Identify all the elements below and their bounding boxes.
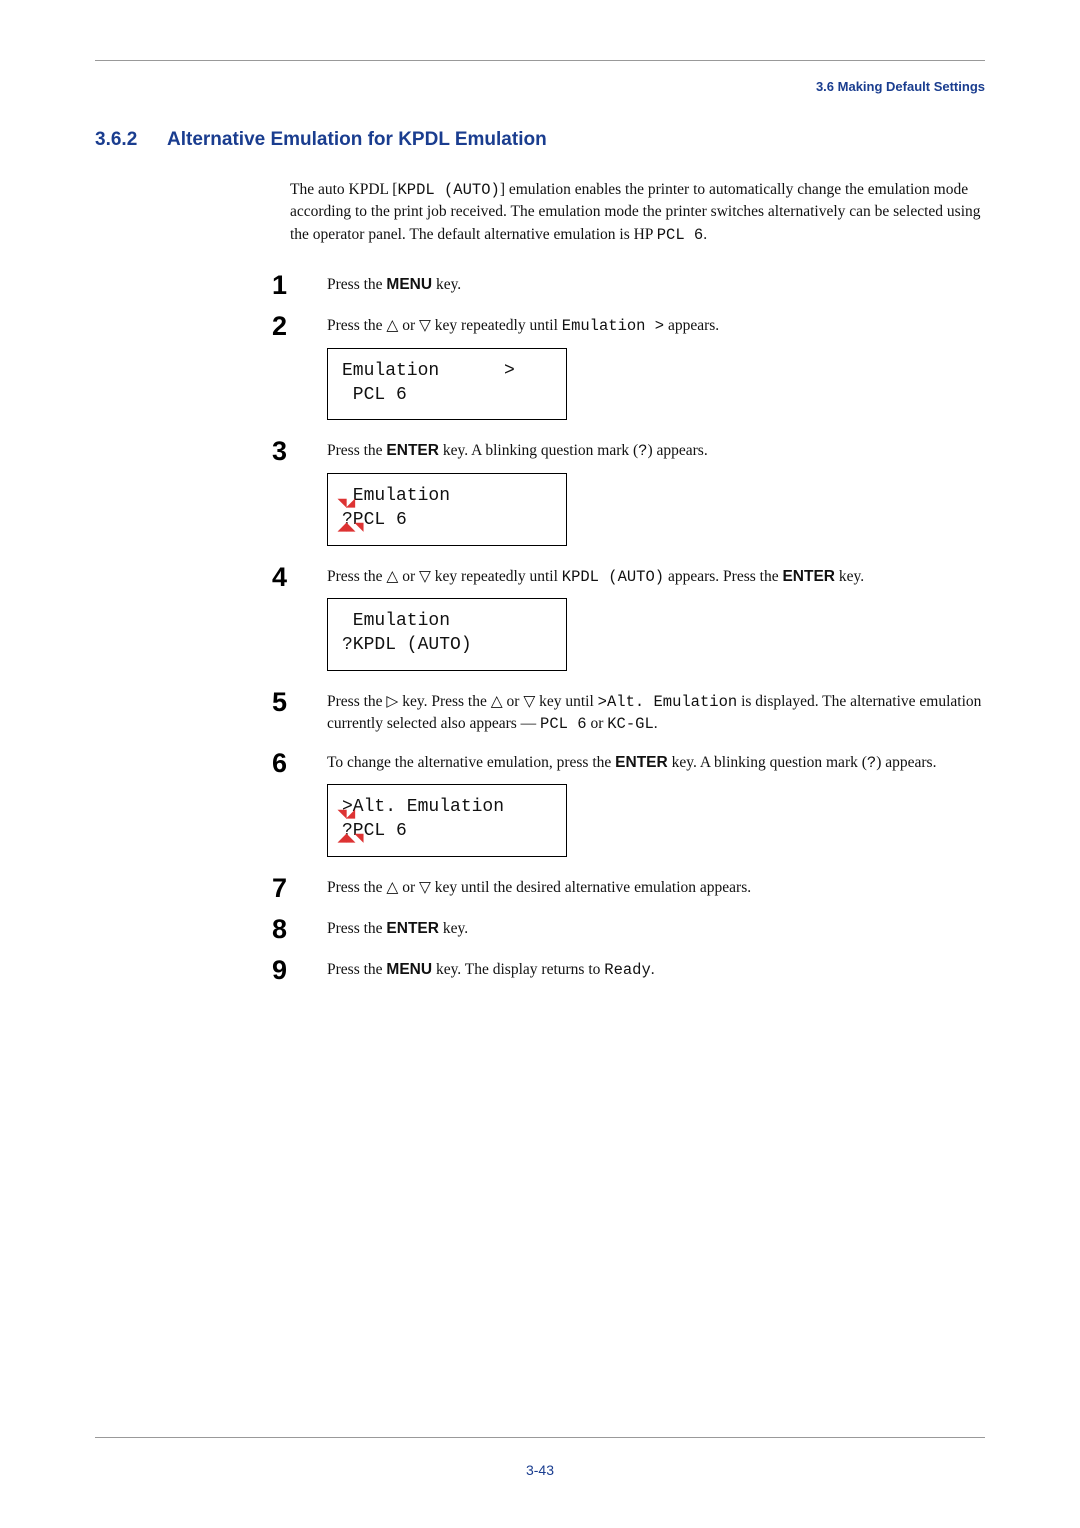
lcd-display-3: Emulation ◥◢ ?PCL 6 ◢◣◥ [327,473,567,546]
step-body-7: Press the △ or ▽ key until the desired a… [327,877,985,899]
blink-indicator-icon: ◢◣◥ [338,522,363,533]
step-body-3: Press the ENTER key. A blinking question… [327,440,985,549]
step-body-5: Press the ▷ key. Press the △ or ▽ key un… [327,691,985,736]
step-number-8: 8 [272,916,327,943]
step-number-3: 3 [272,438,327,465]
section-title: Alternative Emulation for KPDL Emulation [167,129,547,151]
step-body-9: Press the MENU key. The display returns … [327,959,985,981]
step-number-5: 5 [272,689,327,716]
step-body-8: Press the ENTER key. [327,918,985,940]
lcd-display-2: Emulation > PCL 6 [327,348,567,421]
step-body-1: Press the MENU key. [327,274,985,296]
step-body-6: To change the alternative emulation, pre… [327,752,985,861]
blink-indicator-icon: ◥◢ [338,498,355,509]
step-number-1: 1 [272,272,327,299]
step-body-2: Press the △ or ▽ key repeatedly until Em… [327,315,985,424]
lcd-display-4: Emulation ?KPDL (AUTO) [327,598,567,671]
blink-indicator-icon: ◥◢ [338,809,355,820]
step-number-7: 7 [272,875,327,902]
step-number-9: 9 [272,957,327,984]
intro-paragraph: The auto KPDL [KPDL (AUTO)] emulation en… [290,179,985,246]
step-number-2: 2 [272,313,327,340]
page-number: 3-43 [95,1462,985,1478]
section-number: 3.6.2 [95,129,167,151]
blink-indicator-icon: ◢◣◥ [338,833,363,844]
header-breadcrumb: 3.6 Making Default Settings [95,79,985,94]
step-body-4: Press the △ or ▽ key repeatedly until KP… [327,566,985,675]
step-number-4: 4 [272,564,327,591]
lcd-display-6: >Alt. Emulation ◥◢ ?PCL 6 ◢◣◥ [327,784,567,857]
step-number-6: 6 [272,750,327,777]
